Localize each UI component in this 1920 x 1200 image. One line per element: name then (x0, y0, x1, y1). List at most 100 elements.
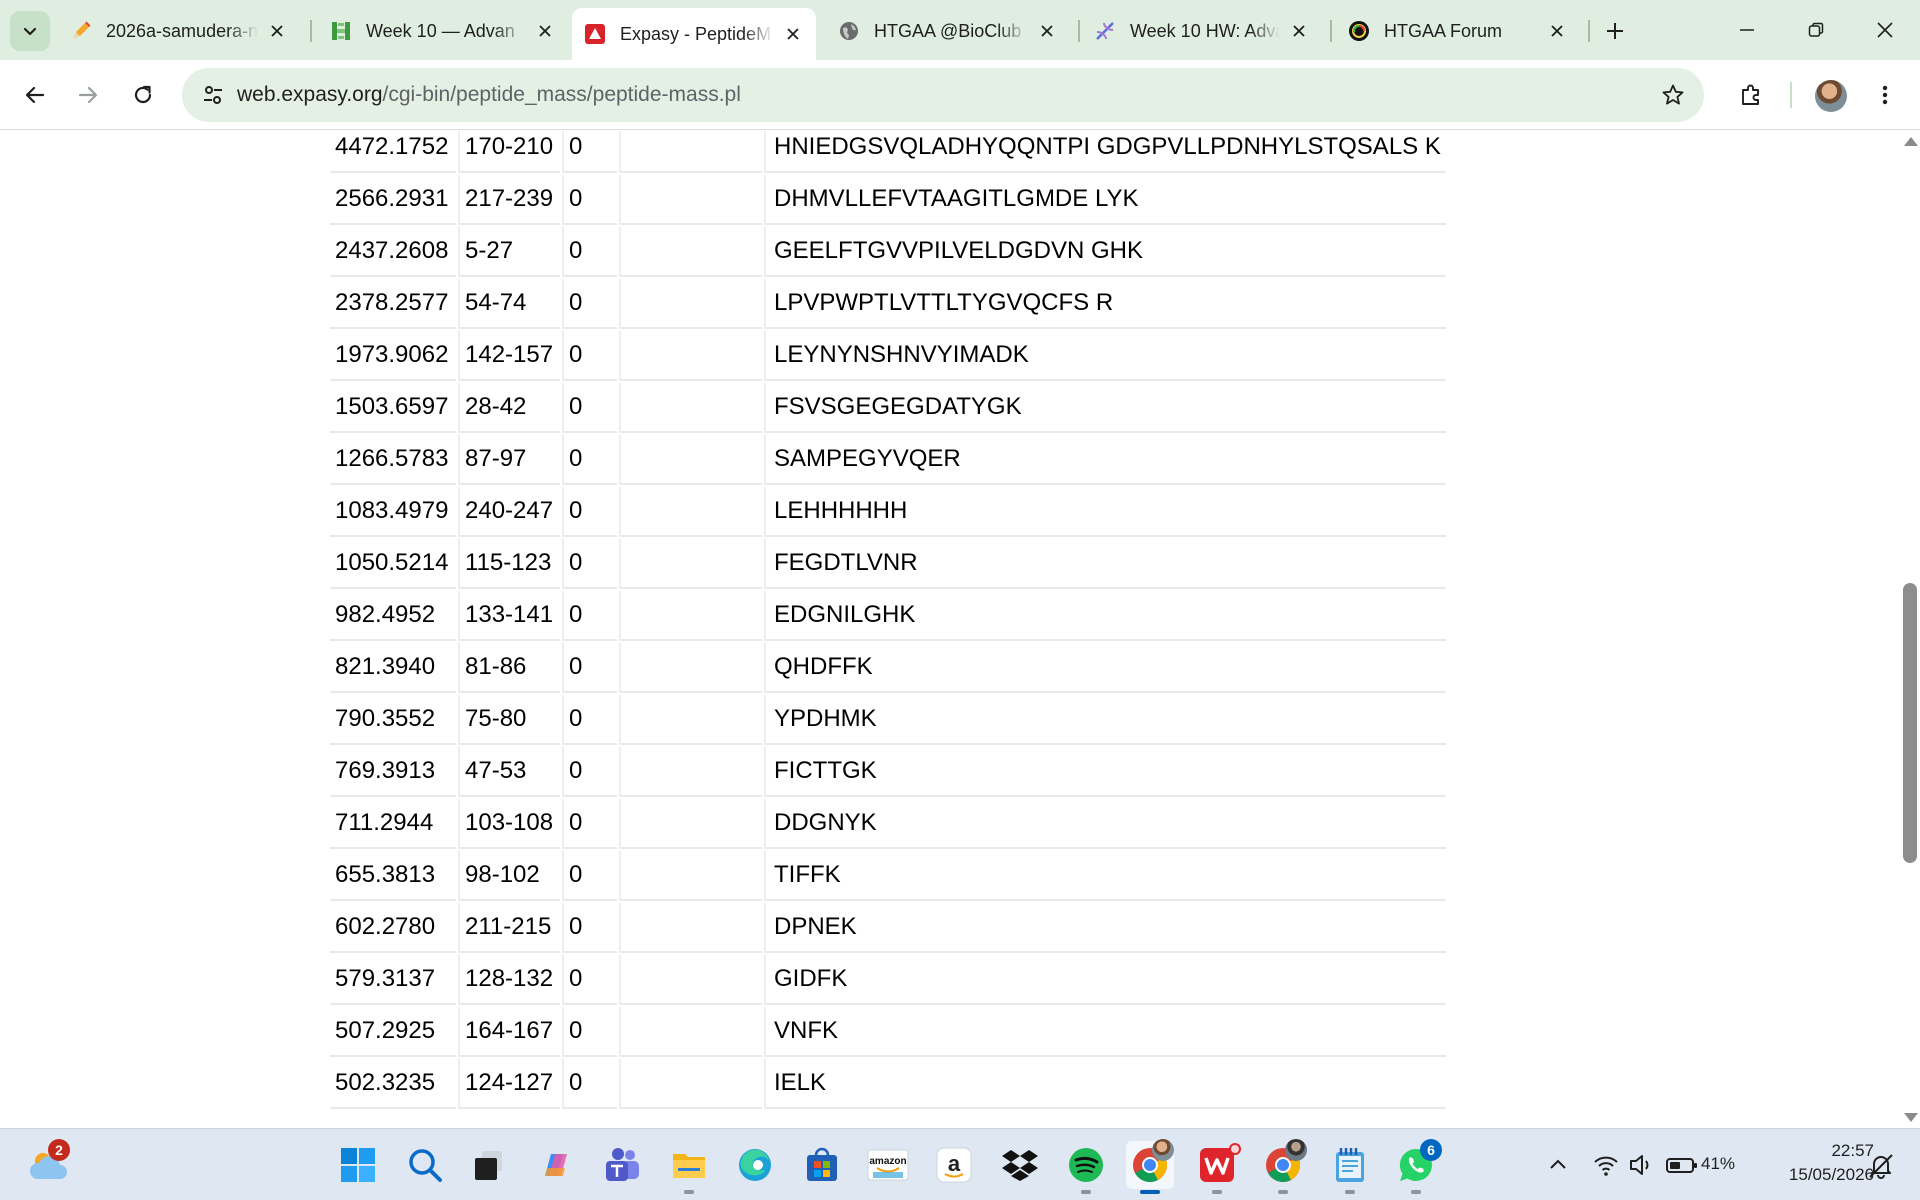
clock[interactable]: 22:57 15/05/2026 (1752, 1139, 1874, 1187)
spotify-app[interactable] (1062, 1141, 1110, 1194)
search-button[interactable] (401, 1141, 449, 1189)
close-icon[interactable] (1546, 20, 1568, 42)
file-explorer-app[interactable] (665, 1141, 713, 1194)
peptide-sequence-cell: FEGDTLVNR (764, 539, 1446, 589)
back-button[interactable] (15, 75, 55, 115)
tab-2026a-samudera[interactable]: 2026a-samudera-n (58, 11, 300, 51)
peptide-position-cell: 115-123 (458, 539, 560, 589)
tab-week10-advanced[interactable]: Week 10 — Advan (318, 11, 568, 51)
amazon-app[interactable]: amazon (864, 1141, 912, 1189)
close-icon[interactable] (782, 23, 804, 45)
forward-button[interactable] (68, 75, 108, 115)
close-icon[interactable] (534, 20, 556, 42)
modifications-cell (619, 591, 762, 641)
amazon-shopping-app[interactable]: a (930, 1141, 978, 1189)
teams-app[interactable] (598, 1141, 646, 1189)
scroll-up-arrow-icon[interactable] (1904, 137, 1918, 146)
wifi-status[interactable] (1592, 1151, 1620, 1179)
peptide-position-cell: 164-167 (458, 1007, 560, 1057)
bookmark-button[interactable] (1654, 76, 1692, 114)
missed-cleavages-cell: 0 (562, 955, 617, 1005)
start-button[interactable] (334, 1141, 382, 1189)
edge-app[interactable] (731, 1141, 779, 1189)
task-view-icon (475, 1151, 502, 1180)
peptide-sequence-cell: TIFFK (764, 851, 1446, 901)
missed-cleavages-cell: 0 (562, 435, 617, 485)
show-hidden-icons-button[interactable] (1545, 1151, 1571, 1177)
peptide-row: 579.3137 128-132 0 GIDFK (330, 955, 1446, 1005)
close-icon[interactable] (1288, 20, 1310, 42)
missed-cleavages-cell: 0 (562, 1059, 617, 1109)
modifications-cell (619, 1007, 762, 1057)
peptide-sequence-cell: FSVSGEGEGDATYGK (764, 383, 1446, 433)
peptide-row: 1266.5783 87-97 0 SAMPEGYVQER (330, 435, 1446, 485)
globe-icon (838, 20, 860, 42)
peptide-mass-cell: 579.3137 (330, 955, 456, 1005)
close-icon (1877, 22, 1893, 38)
plus-icon (1607, 23, 1623, 39)
peptide-row: 1050.5214 115-123 0 FEGDTLVNR (330, 539, 1446, 589)
site-settings-button[interactable] (194, 76, 232, 114)
peptide-sequence-cell: DDGNYK (764, 799, 1446, 849)
peptide-mass-cell: 507.2925 (330, 1007, 456, 1057)
url-text[interactable]: web.expasy.org/cgi-bin/peptide_mass/pept… (237, 83, 741, 107)
missed-cleavages-cell: 0 (562, 799, 617, 849)
more-vert-icon (1882, 85, 1888, 105)
peptide-row: 790.3552 75-80 0 YPDHMK (330, 695, 1446, 745)
profile-avatar[interactable] (1815, 80, 1847, 112)
minimize-button[interactable] (1725, 10, 1769, 50)
chrome-second-profile-app[interactable] (1259, 1139, 1307, 1194)
new-tab-button[interactable] (1598, 14, 1632, 48)
microsoft-store-app[interactable] (798, 1141, 846, 1189)
weather-widget[interactable]: 2 (24, 1139, 72, 1189)
tab-expasy-peptidemass[interactable]: Expasy - PeptideM (572, 8, 816, 60)
store-bag-icon (807, 1147, 837, 1181)
notepad-app[interactable] (1326, 1141, 1374, 1194)
notification-center-button[interactable] (1866, 1151, 1896, 1181)
reload-button[interactable] (123, 75, 163, 115)
chevron-down-icon (23, 27, 37, 36)
tab-search-button[interactable] (10, 11, 50, 51)
vertical-scrollbar[interactable] (1900, 131, 1920, 1128)
modifications-cell (619, 279, 762, 329)
tab-htgaa-bioclub[interactable]: HTGAA @BioClub (826, 11, 1070, 51)
scrollbar-thumb[interactable] (1903, 583, 1917, 863)
modifications-cell (619, 435, 762, 485)
peptide-sequence-cell: GIDFK (764, 955, 1446, 1005)
tab-week10-hw[interactable]: Week 10 HW: Adva (1082, 11, 1322, 51)
close-icon[interactable] (266, 20, 288, 42)
missed-cleavages-cell: 0 (562, 487, 617, 537)
close-window-button[interactable] (1863, 10, 1907, 50)
extensions-button[interactable] (1731, 75, 1771, 115)
amazon-smile-icon: a (936, 1147, 972, 1183)
peptide-position-cell: 142-157 (458, 331, 560, 381)
tab-htgaa-forum[interactable]: HTGAA Forum (1336, 11, 1580, 51)
missed-cleavages-cell: 0 (562, 131, 617, 173)
task-view-button[interactable] (465, 1141, 513, 1189)
missed-cleavages-cell: 0 (562, 1007, 617, 1057)
missed-cleavages-cell: 0 (562, 539, 617, 589)
modifications-cell (619, 131, 762, 173)
dropbox-app[interactable] (996, 1141, 1044, 1189)
modifications-cell (619, 799, 762, 849)
browser-menu-button[interactable] (1865, 75, 1905, 115)
missed-cleavages-cell: 0 (562, 903, 617, 953)
whatsapp-app[interactable]: 6 (1392, 1139, 1442, 1194)
tab-title: HTGAA Forum (1384, 20, 1503, 41)
windows-taskbar: 2 amazon a 6 41% 22:57 15/05/2026 (0, 1128, 1920, 1200)
speaker-icon (1630, 1155, 1649, 1175)
wps-office-app[interactable] (1193, 1141, 1241, 1194)
battery-status[interactable] (1665, 1151, 1699, 1179)
modifications-cell (619, 903, 762, 953)
modifications-cell (619, 227, 762, 277)
windows-logo-icon (341, 1148, 375, 1182)
address-bar[interactable]: web.expasy.org/cgi-bin/peptide_mass/pept… (182, 68, 1704, 122)
teams-icon (606, 1148, 639, 1181)
chrome-app[interactable] (1126, 1139, 1174, 1194)
scroll-down-arrow-icon[interactable] (1904, 1113, 1918, 1122)
close-icon[interactable] (1036, 20, 1058, 42)
peptide-mass-cell: 1973.9062 (330, 331, 456, 381)
volume-control[interactable] (1627, 1151, 1655, 1179)
restore-button[interactable] (1794, 10, 1838, 50)
copilot-app[interactable] (532, 1141, 580, 1189)
